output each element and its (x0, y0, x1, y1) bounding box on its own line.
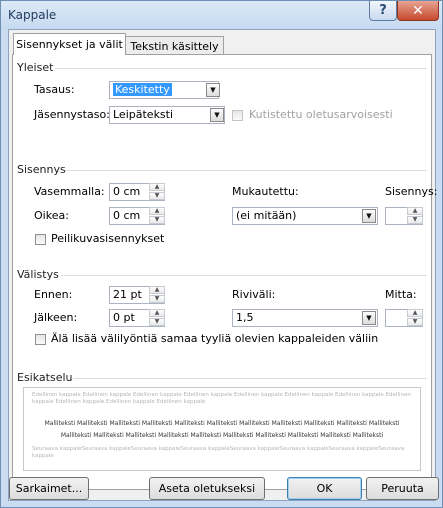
ok-label: OK (316, 482, 333, 495)
preview-next-paragraph: Seuraava kappaleSeuraava kappaleSeuraava… (32, 446, 405, 459)
spin-down-icon[interactable]: ▼ (149, 318, 165, 326)
set-as-default-button[interactable]: Aseta oletukseksi (149, 477, 265, 500)
cancel-label: Peruuta (381, 482, 424, 495)
separator (73, 378, 427, 379)
chevron-down-icon[interactable]: ▼ (210, 108, 224, 122)
spin-down-icon[interactable]: ▼ (149, 216, 165, 224)
spacing-after-label: Jälkeen: (34, 311, 78, 324)
spin-down-icon[interactable]: ▼ (407, 318, 423, 326)
preview-sample-line: Malliteksti Malliteksti Malliteksti Mall… (44, 420, 400, 427)
spacing-after-value: 0 pt (113, 311, 135, 324)
alignment-value: Keskitetty (113, 83, 172, 96)
section-general-heading: Yleiset (17, 61, 54, 74)
set-as-default-label: Aseta oletukseksi (158, 482, 256, 495)
line-spacing-label: Riviväli: (232, 288, 276, 301)
mirror-indents-checkbox[interactable] (35, 234, 46, 245)
spacing-before-value: 21 pt (113, 288, 142, 301)
spacing-before-label: Ennen: (34, 288, 73, 301)
section-preview-heading: Esikatselu (17, 371, 73, 384)
title-bar: Kappale ? ✕ (1, 1, 442, 29)
outline-level-select[interactable]: Leipäteksti (109, 106, 225, 124)
spin-down-icon[interactable]: ▼ (149, 192, 165, 200)
tab-panel: Yleiset Tasaus: Keskitetty ▼ Jäsennystas… (12, 54, 437, 490)
spin-down-icon[interactable]: ▼ (407, 216, 423, 224)
collapsed-checkbox[interactable] (232, 110, 243, 121)
tabs-button[interactable]: Sarkaimet... (9, 477, 89, 500)
preview-sample-line: Malliteksti Malliteksti Malliteksti Mall… (60, 432, 384, 439)
close-icon: ✕ (412, 2, 424, 19)
outline-level-value: Leipäteksti (113, 108, 174, 121)
paragraph-dialog: Kappale ? ✕ Sisennykset ja välit Tekstin… (0, 0, 443, 508)
section-indentation-heading: Sisennys (17, 163, 66, 176)
dont-add-space-label: Älä lisää välilyöntiä samaa tyyliä olevi… (51, 332, 379, 345)
cancel-button[interactable]: Peruuta (366, 477, 439, 500)
spacing-after-spinner[interactable]: ▲ ▼ (149, 309, 165, 327)
dialog-title: Kappale (8, 8, 57, 22)
chevron-down-icon[interactable]: ▼ (362, 311, 376, 325)
indent-left-value: 0 cm (113, 185, 141, 198)
mirror-indents-label: Peilikuvasisennykset (51, 232, 165, 245)
line-spacing-at-label: Mitta: (385, 288, 417, 301)
separator (55, 68, 427, 69)
indent-left-label: Vasemmalla: (34, 185, 105, 198)
tab-line-and-page-breaks[interactable]: Tekstin käsittely (125, 36, 224, 56)
spin-down-icon[interactable]: ▼ (149, 295, 165, 303)
chevron-down-icon[interactable]: ▼ (362, 209, 376, 223)
indent-by-label: Sisennys: (385, 185, 438, 198)
ok-button[interactable]: OK (287, 477, 362, 500)
help-icon: ? (379, 3, 387, 18)
preview-previous-paragraph: Edellinen kappale Edellinen kappale Edel… (32, 392, 411, 405)
section-spacing-heading: Välistys (17, 268, 59, 281)
alignment-select[interactable]: Keskitetty (109, 81, 219, 99)
spin-up-icon[interactable]: ▲ (149, 183, 165, 191)
indent-left-spinner[interactable]: ▲ ▼ (149, 183, 165, 201)
tab-label: Tekstin käsittely (130, 40, 219, 53)
spin-up-icon[interactable]: ▲ (149, 207, 165, 215)
tab-label: Sisennykset ja välit (16, 38, 123, 51)
chevron-down-icon[interactable]: ▼ (206, 83, 220, 97)
separator (65, 170, 427, 171)
line-spacing-value: 1,5 (236, 311, 254, 324)
special-indent-value: (ei mitään) (236, 209, 297, 222)
collapsed-label: Kutistettu oletusarvoisesti (249, 108, 393, 121)
alignment-label: Tasaus: (34, 83, 75, 96)
line-spacing-at-spinner[interactable]: ▲ ▼ (407, 309, 423, 327)
spin-up-icon[interactable]: ▲ (407, 207, 423, 215)
indent-right-spinner[interactable]: ▲ ▼ (149, 207, 165, 225)
spin-up-icon[interactable]: ▲ (149, 309, 165, 317)
spin-up-icon[interactable]: ▲ (149, 286, 165, 294)
separator (61, 275, 427, 276)
help-button[interactable]: ? (369, 1, 397, 21)
indent-right-label: Oikea: (34, 209, 69, 222)
dont-add-space-checkbox[interactable] (35, 334, 46, 345)
indent-right-value: 0 cm (113, 209, 141, 222)
special-indent-label: Mukautettu: (232, 185, 299, 198)
indent-by-spinner[interactable]: ▲ ▼ (407, 207, 423, 225)
close-button[interactable]: ✕ (397, 1, 439, 21)
paragraph-preview: Edellinen kappale Edellinen kappale Edel… (23, 387, 421, 471)
spacing-before-spinner[interactable]: ▲ ▼ (149, 286, 165, 304)
line-spacing-select[interactable]: 1,5 (232, 309, 378, 327)
special-indent-select[interactable]: (ei mitään) (232, 207, 378, 225)
outline-level-label: Jäsennystaso: (34, 108, 110, 121)
tab-indents-and-spacing[interactable]: Sisennykset ja välit (13, 33, 126, 55)
dialog-client-area: Sisennykset ja välit Tekstin käsittely Y… (8, 29, 437, 501)
spin-up-icon[interactable]: ▲ (407, 309, 423, 317)
tabs-button-label: Sarkaimet... (15, 482, 83, 495)
